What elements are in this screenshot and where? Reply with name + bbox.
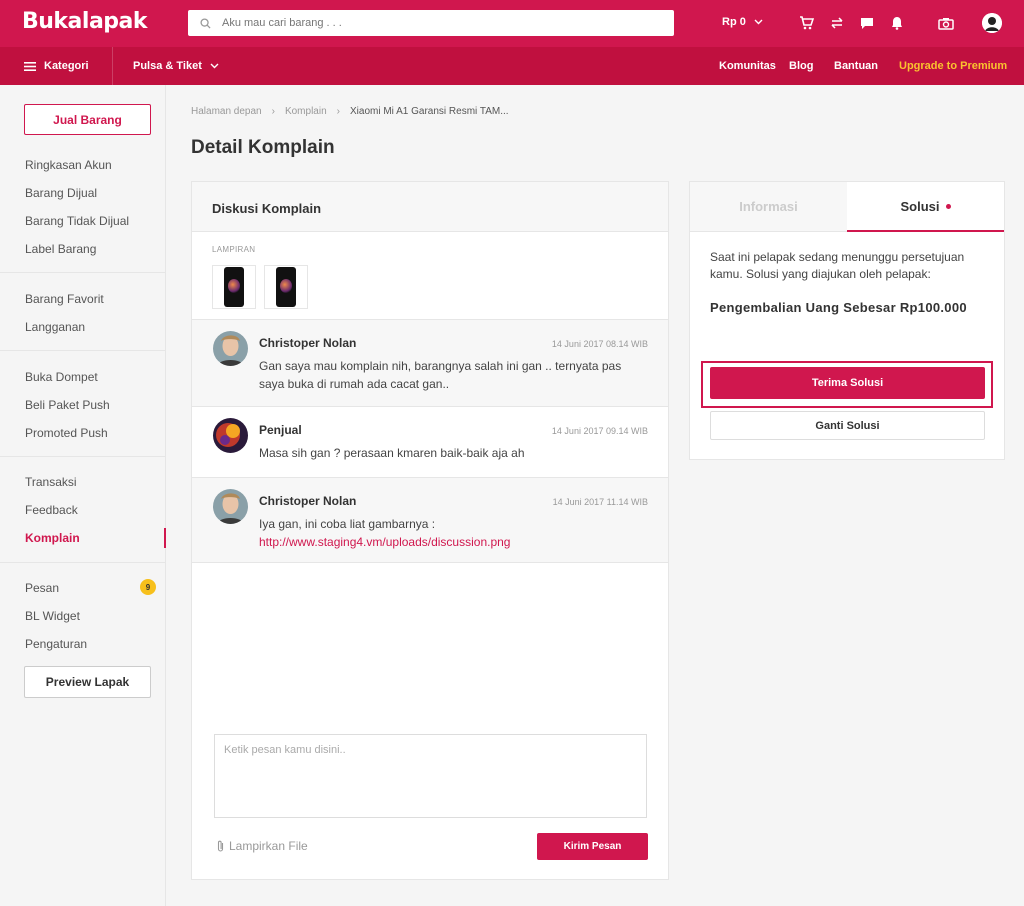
tab-solusi-label: Solusi <box>900 198 940 214</box>
message-input[interactable]: Ketik pesan kamu disini.. <box>214 734 647 818</box>
chevron-down-icon <box>210 63 219 69</box>
chat-icon[interactable] <box>857 13 877 33</box>
message-author: Penjual <box>259 423 302 437</box>
message-author: Christoper Nolan <box>259 336 357 350</box>
bantuan-link[interactable]: Bantuan <box>834 60 878 72</box>
kategori-menu[interactable]: Kategori <box>24 60 89 72</box>
sub-navigation: Kategori Pulsa & Tiket Komunitas Blog Ba… <box>0 47 1024 85</box>
solution-amount: Pengembalian Uang Sebesar Rp100.000 <box>710 300 967 315</box>
pesan-count-badge: 9 <box>140 579 156 595</box>
message-item: Christoper Nolan 14 Juni 2017 08.14 WIB … <box>192 319 668 407</box>
pulsa-tiket-label: Pulsa & Tiket <box>133 60 202 72</box>
hamburger-icon <box>24 61 36 71</box>
change-solution-button[interactable]: Ganti Solusi <box>710 411 985 440</box>
discussion-title: Diskusi Komplain <box>212 201 322 216</box>
breadcrumb-komplain[interactable]: Komplain <box>285 106 327 117</box>
send-message-button[interactable]: Kirim Pesan <box>537 833 648 860</box>
avatar <box>213 489 248 524</box>
sidebar-item-barang-tidak-dijual[interactable]: Barang Tidak Dijual <box>25 214 129 228</box>
discussion-card: Diskusi Komplain LAMPIRAN Christoper Nol… <box>191 181 669 880</box>
sidebar-item-ringkasan-akun[interactable]: Ringkasan Akun <box>25 158 112 172</box>
user-avatar[interactable] <box>982 13 1002 33</box>
message-link[interactable]: http://www.staging4.vm/uploads/discussio… <box>259 533 639 551</box>
cart-icon[interactable] <box>796 13 816 33</box>
tab-informasi[interactable]: Informasi <box>690 182 847 232</box>
sidebar-item-beli-paket-push[interactable]: Beli Paket Push <box>25 398 110 412</box>
message-time: 14 Juni 2017 09.14 WIB <box>551 426 648 436</box>
paperclip-icon <box>217 840 224 852</box>
sidebar-divider <box>0 350 165 351</box>
search-input[interactable] <box>222 17 642 29</box>
attachment-thumbnail[interactable] <box>212 265 256 309</box>
message-body: Iya gan, ini coba liat gambarnya : http:… <box>259 515 639 551</box>
avatar <box>213 331 248 366</box>
message-text: Iya gan, ini coba liat gambarnya : <box>259 517 436 531</box>
preview-lapak-button[interactable]: Preview Lapak <box>24 666 151 698</box>
search-icon <box>188 17 222 29</box>
sidebar-item-komplain[interactable]: Komplain <box>25 531 80 545</box>
sidebar-item-feedback[interactable]: Feedback <box>25 503 78 517</box>
top-header: Bukalapak Rp 0 <box>0 0 1024 47</box>
sidebar-item-buka-dompet[interactable]: Buka Dompet <box>25 370 98 384</box>
solution-description: Saat ini pelapak sedang menunggu persetu… <box>710 250 965 281</box>
saldo-dropdown[interactable]: Rp 0 <box>722 16 763 28</box>
chevron-down-icon <box>754 19 763 25</box>
phone-image <box>224 267 244 307</box>
search-bar[interactable] <box>188 10 674 36</box>
subnav-divider <box>112 47 113 85</box>
lampiran-label: LAMPIRAN <box>212 245 256 254</box>
breadcrumb: Halaman depan › Komplain › Xiaomi Mi A1 … <box>191 106 509 117</box>
upgrade-premium-link[interactable]: Upgrade to Premium <box>899 60 1007 72</box>
sidebar-item-pengaturan[interactable]: Pengaturan <box>25 637 87 651</box>
komunitas-link[interactable]: Komunitas <box>719 60 776 72</box>
transaction-arrows-icon[interactable] <box>827 13 847 33</box>
message-body: Masa sih gan ? perasaan kmaren baik-baik… <box>259 446 525 460</box>
chevron-right-icon: › <box>271 106 275 117</box>
kategori-label: Kategori <box>44 60 89 72</box>
sidebar-item-label-barang[interactable]: Label Barang <box>25 242 96 256</box>
phone-image <box>276 267 296 307</box>
attach-file-button[interactable]: Lampirkan File <box>216 839 308 853</box>
bukalapak-logo[interactable]: Bukalapak <box>22 9 148 34</box>
message-body: Gan saya mau komplain nih, barangnya sal… <box>259 359 622 391</box>
avatar <box>213 418 248 453</box>
sidebar-divider <box>0 272 165 273</box>
breadcrumb-current: Xiaomi Mi A1 Garansi Resmi TAM... <box>350 106 509 117</box>
sidebar: Jual Barang Ringkasan Akun Barang Dijual… <box>0 85 166 906</box>
pulsa-tiket-menu[interactable]: Pulsa & Tiket <box>133 60 219 72</box>
accept-solution-button[interactable]: Terima Solusi <box>710 367 985 399</box>
discussion-header: Diskusi Komplain <box>192 182 668 232</box>
jual-barang-button[interactable]: Jual Barang <box>24 104 151 135</box>
solution-card: Informasi Solusi Saat ini pelapak sedang… <box>689 181 1005 460</box>
blog-link[interactable]: Blog <box>789 60 813 72</box>
sidebar-item-bl-widget[interactable]: BL Widget <box>25 609 80 623</box>
sidebar-item-barang-dijual[interactable]: Barang Dijual <box>25 186 97 200</box>
sidebar-divider <box>0 562 165 563</box>
sidebar-item-pesan[interactable]: Pesan <box>25 581 59 595</box>
sidebar-item-langganan[interactable]: Langganan <box>25 320 85 334</box>
unread-dot <box>945 203 951 209</box>
message-time: 14 Juni 2017 11.14 WIB <box>552 497 648 507</box>
chevron-right-icon: › <box>336 106 340 117</box>
message-time: 14 Juni 2017 08.14 WIB <box>551 339 648 349</box>
sidebar-item-promoted-push[interactable]: Promoted Push <box>25 426 108 440</box>
saldo-value: Rp 0 <box>722 16 746 28</box>
sidebar-item-barang-favorit[interactable]: Barang Favorit <box>25 292 104 306</box>
message-author: Christoper Nolan <box>259 494 357 508</box>
message-item: Penjual 14 Juni 2017 09.14 WIB Masa sih … <box>192 406 668 478</box>
message-item: Christoper Nolan 14 Juni 2017 11.14 WIB … <box>192 477 668 563</box>
camera-icon[interactable] <box>936 13 956 33</box>
tab-solusi[interactable]: Solusi <box>847 182 1004 232</box>
sidebar-item-transaksi[interactable]: Transaksi <box>25 475 77 489</box>
breadcrumb-home[interactable]: Halaman depan <box>191 106 262 117</box>
notification-bell-icon[interactable] <box>887 13 907 33</box>
sidebar-divider <box>0 456 165 457</box>
page-title: Detail Komplain <box>191 137 335 158</box>
attach-file-label: Lampirkan File <box>229 839 308 853</box>
attachment-thumbnail[interactable] <box>264 265 308 309</box>
active-indicator <box>164 528 166 548</box>
